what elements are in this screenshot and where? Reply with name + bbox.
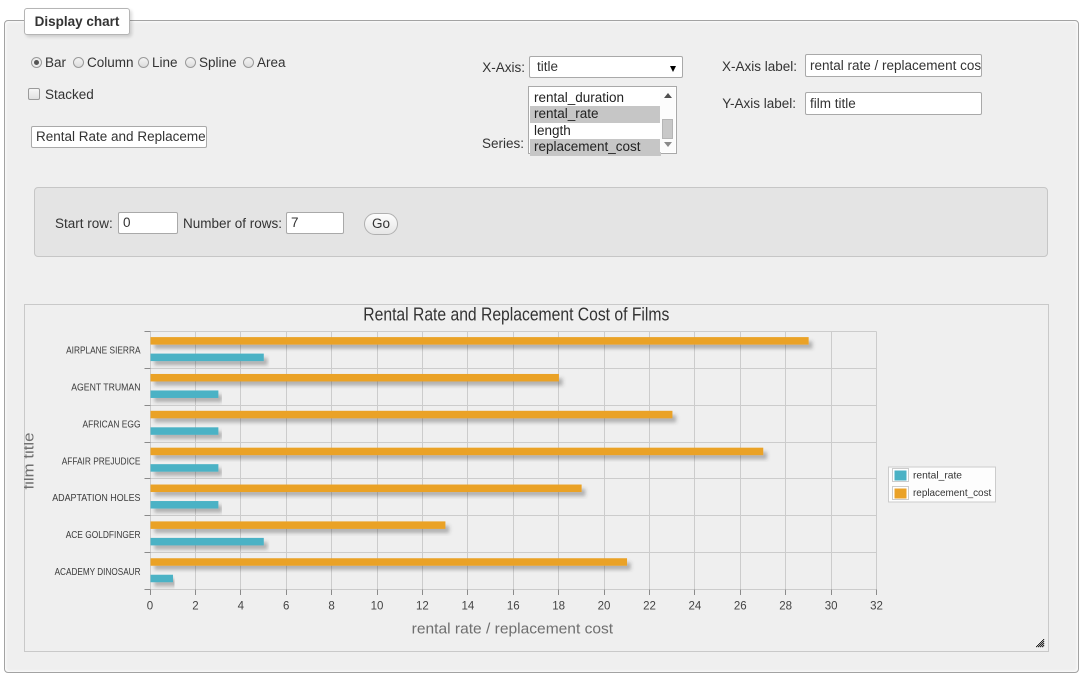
svg-text:AFRICAN EGG: AFRICAN EGG — [83, 418, 141, 430]
svg-text:18: 18 — [552, 600, 565, 612]
svg-text:10: 10 — [371, 600, 384, 612]
svg-text:0: 0 — [147, 600, 153, 612]
svg-text:rental rate / replacement cost: rental rate / replacement cost — [412, 621, 614, 638]
svg-text:2: 2 — [192, 600, 198, 612]
svg-text:replacement_cost: replacement_cost — [913, 487, 991, 499]
svg-text:12: 12 — [416, 600, 429, 612]
svg-text:22: 22 — [643, 600, 656, 612]
svg-text:film title: film title — [24, 433, 37, 490]
svg-text:AFFAIR PREJUDICE: AFFAIR PREJUDICE — [62, 455, 141, 467]
svg-text:20: 20 — [598, 600, 611, 612]
svg-text:AGENT TRUMAN: AGENT TRUMAN — [71, 382, 140, 394]
svg-text:32: 32 — [870, 600, 883, 612]
svg-text:ACE GOLDFINGER: ACE GOLDFINGER — [66, 529, 141, 541]
svg-text:6: 6 — [283, 600, 289, 612]
svg-text:16: 16 — [507, 600, 520, 612]
svg-text:30: 30 — [825, 600, 838, 612]
svg-text:14: 14 — [461, 600, 474, 612]
svg-text:8: 8 — [328, 600, 334, 612]
svg-text:ACADEMY DINOSAUR: ACADEMY DINOSAUR — [55, 566, 141, 578]
svg-text:4: 4 — [238, 600, 245, 612]
svg-text:Rental Rate and Replacement Co: Rental Rate and Replacement Cost of Film… — [363, 304, 669, 324]
svg-text:AIRPLANE SIERRA: AIRPLANE SIERRA — [66, 345, 140, 357]
svg-text:26: 26 — [734, 600, 747, 612]
svg-text:rental_rate: rental_rate — [913, 469, 962, 481]
svg-text:28: 28 — [779, 600, 792, 612]
svg-text:24: 24 — [688, 600, 701, 612]
svg-text:ADAPTATION HOLES: ADAPTATION HOLES — [52, 492, 140, 504]
